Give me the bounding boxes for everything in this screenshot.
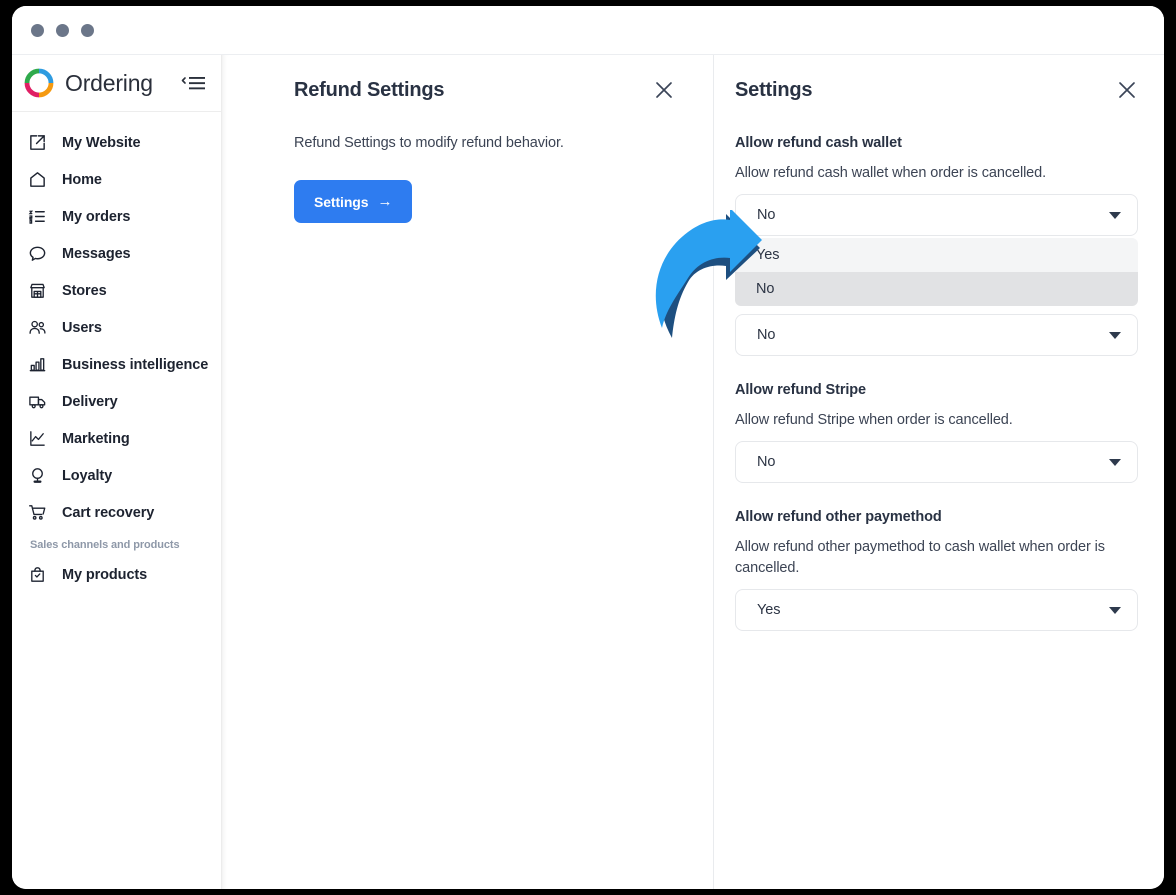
sidebar-item-label: Delivery <box>62 393 118 410</box>
external-link-icon <box>26 132 48 154</box>
sidebar-navigation: My Website Home My orders Messages Store… <box>12 112 221 593</box>
sidebar-item-cart-recovery[interactable]: Cart recovery <box>12 494 221 531</box>
app-body: Ordering My Website Home My orders Messa… <box>12 55 1164 889</box>
sidebar-brand: Ordering <box>12 55 221 112</box>
setting-title: Allow refund Stripe <box>735 382 867 399</box>
select-allow-refund-stripe[interactable]: No <box>735 441 1138 484</box>
window-dot-close[interactable] <box>31 23 44 37</box>
setting-title: Allow refund other paymethod <box>735 509 942 526</box>
sidebar-group-label: Sales channels and products <box>30 539 180 551</box>
select-value: Yes <box>757 602 781 619</box>
setting-allow-refund-other-paymethod: Allow refund other paymethod Allow refun… <box>735 509 1138 632</box>
select-allow-refund-other-paymethod[interactable]: Yes <box>735 589 1138 632</box>
sidebar-item-business-intelligence[interactable]: Business intelligence <box>12 346 221 383</box>
sidebar-item-label: My products <box>62 566 148 583</box>
ordering-ring-logo-icon <box>24 68 54 98</box>
sidebar-item-label: Stores <box>62 282 107 299</box>
refund-settings-header: Refund Settings <box>294 79 675 102</box>
sidebar-item-label: Messages <box>62 245 131 262</box>
select-options-list: Yes No <box>735 238 1138 307</box>
setting-allow-refund-cash-wallet: Allow refund cash wallet Allow refund ca… <box>735 135 1138 357</box>
setting-allow-refund-stripe: Allow refund Stripe Allow refund Stripe … <box>735 382 1138 484</box>
sidebar-item-users[interactable]: Users <box>12 309 221 346</box>
settings-drawer-title: Settings <box>735 79 813 101</box>
select-option-yes[interactable]: Yes <box>735 238 1138 273</box>
chevron-down-icon <box>1109 211 1121 219</box>
sidebar-item-home[interactable]: Home <box>12 161 221 198</box>
sidebar-item-label: Users <box>62 319 102 336</box>
page-title: Refund Settings <box>294 79 445 101</box>
sidebar-item-messages[interactable]: Messages <box>12 235 221 272</box>
arrow-right-icon: → <box>377 193 393 210</box>
sidebar-item-loyalty[interactable]: Loyalty <box>12 457 221 494</box>
sidebar-item-my-orders[interactable]: My orders <box>12 198 221 235</box>
sidebar-item-label: Marketing <box>62 430 130 447</box>
select-allow-refund-cash-wallet-secondary[interactable]: No <box>735 314 1138 357</box>
panel-gutter <box>222 55 256 889</box>
truck-icon <box>26 391 48 413</box>
select-value: No <box>757 327 776 344</box>
select-value: No <box>757 207 776 224</box>
bar-chart-icon <box>26 354 48 376</box>
settings-button-label: Settings <box>314 193 369 210</box>
close-icon[interactable] <box>1116 79 1138 101</box>
sidebar-item-stores[interactable]: Stores <box>12 272 221 309</box>
setting-title: Allow refund cash wallet <box>735 135 902 151</box>
sidebar-item-label: Loyalty <box>62 467 113 484</box>
select-allow-refund-cash-wallet[interactable]: No <box>735 194 1138 237</box>
chevron-down-icon <box>1109 331 1121 339</box>
setting-description: Allow refund other paymethod to cash wal… <box>735 539 1105 577</box>
bag-check-icon <box>26 564 48 586</box>
window-dot-minimize[interactable] <box>56 23 69 37</box>
window-dot-maximize[interactable] <box>81 23 94 37</box>
settings-drawer: Settings Allow refund cash wallet Allow … <box>714 55 1164 889</box>
window-titlebar <box>12 6 1164 55</box>
ordered-list-icon <box>26 206 48 228</box>
sidebar-item-label: Business intelligence <box>62 356 209 373</box>
refund-settings-description: Refund Settings to modify refund behavio… <box>294 135 564 151</box>
sidebar: Ordering My Website Home My orders Messa… <box>12 55 222 889</box>
sidebar-item-marketing[interactable]: Marketing <box>12 420 221 457</box>
home-icon <box>26 169 48 191</box>
setting-description: Allow refund cash wallet when order is c… <box>735 165 1047 181</box>
sidebar-item-label: My Website <box>62 134 141 151</box>
chevron-down-icon <box>1109 458 1121 466</box>
collapse-sidebar-icon[interactable] <box>181 72 207 94</box>
chevron-down-icon <box>1109 606 1121 614</box>
sidebar-item-label: My orders <box>62 208 131 225</box>
chat-bubble-icon <box>26 243 48 265</box>
select-value: No <box>757 454 776 471</box>
settings-button[interactable]: Settings → <box>294 180 413 223</box>
close-icon[interactable] <box>653 79 675 101</box>
setting-description: Allow refund Stripe when order is cancel… <box>735 412 1013 429</box>
sidebar-item-my-products[interactable]: My products <box>12 556 221 593</box>
sidebar-item-label: Cart recovery <box>62 504 155 521</box>
app-window: Ordering My Website Home My orders Messa… <box>12 6 1164 889</box>
brand-name: Ordering <box>65 69 153 96</box>
sidebar-item-my-website[interactable]: My Website <box>12 124 221 161</box>
users-icon <box>26 317 48 339</box>
shopping-cart-icon <box>26 502 48 524</box>
sidebar-item-label: Home <box>62 171 102 188</box>
refund-settings-panel: Refund Settings Refund Settings to modif… <box>256 55 762 889</box>
line-chart-icon <box>26 428 48 450</box>
select-option-no[interactable]: No <box>735 272 1138 307</box>
sidebar-item-delivery[interactable]: Delivery <box>12 383 221 420</box>
store-icon <box>26 280 48 302</box>
settings-drawer-header: Settings <box>735 79 1138 102</box>
medal-icon <box>26 465 48 487</box>
